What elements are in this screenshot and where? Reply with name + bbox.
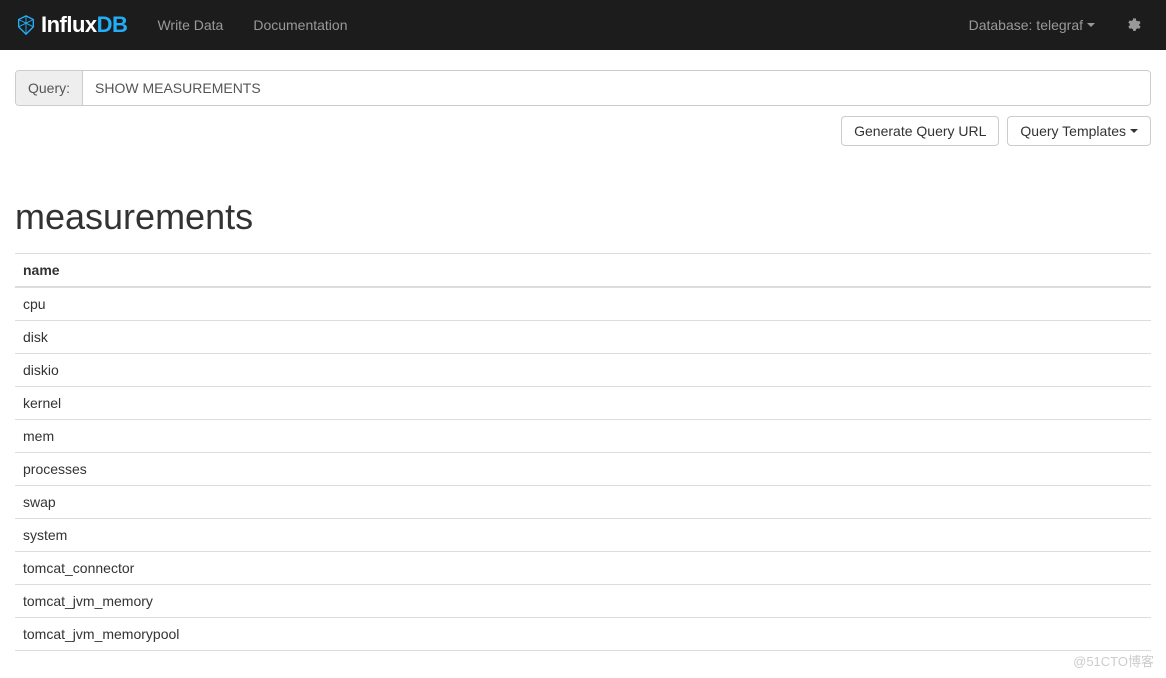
caret-down-icon bbox=[1130, 129, 1138, 133]
main-content: Query: Generate Query URL Query Template… bbox=[0, 50, 1166, 671]
measurement-cell: tomcat_jvm_memorypool bbox=[15, 618, 1151, 651]
column-header-name: name bbox=[15, 254, 1151, 288]
navbar: InfluxDB Write Data Documentation Databa… bbox=[0, 0, 1166, 50]
nav-write-data[interactable]: Write Data bbox=[142, 2, 238, 48]
table-row: tomcat_jvm_memorypool bbox=[15, 618, 1151, 651]
query-bar: Query: bbox=[15, 70, 1151, 106]
measurement-cell: diskio bbox=[15, 354, 1151, 387]
nav-documentation[interactable]: Documentation bbox=[238, 2, 362, 48]
table-row: mem bbox=[15, 420, 1151, 453]
caret-down-icon bbox=[1087, 23, 1095, 27]
table-row: swap bbox=[15, 486, 1151, 519]
query-label: Query: bbox=[16, 71, 83, 105]
nav-right: Database: telegraf bbox=[954, 2, 1151, 48]
table-row: tomcat_connector bbox=[15, 552, 1151, 585]
measurement-cell: disk bbox=[15, 321, 1151, 354]
nav-links: Write Data Documentation bbox=[142, 2, 362, 48]
table-row: diskio bbox=[15, 354, 1151, 387]
table-row: processes bbox=[15, 453, 1151, 486]
settings-button[interactable] bbox=[1110, 17, 1151, 33]
measurement-cell: mem bbox=[15, 420, 1151, 453]
brand-logo[interactable]: InfluxDB bbox=[15, 12, 127, 38]
measurement-cell: processes bbox=[15, 453, 1151, 486]
influxdb-icon bbox=[15, 14, 37, 36]
results-title: measurements bbox=[15, 196, 1151, 238]
measurement-cell: tomcat_connector bbox=[15, 552, 1151, 585]
query-templates-label: Query Templates bbox=[1020, 123, 1126, 139]
table-row: disk bbox=[15, 321, 1151, 354]
database-selector-label: Database: telegraf bbox=[969, 17, 1083, 33]
measurement-cell: kernel bbox=[15, 387, 1151, 420]
action-row: Generate Query URL Query Templates bbox=[15, 116, 1151, 146]
table-row: kernel bbox=[15, 387, 1151, 420]
measurement-cell: system bbox=[15, 519, 1151, 552]
brand-text: InfluxDB bbox=[41, 12, 127, 38]
gear-icon bbox=[1125, 17, 1141, 33]
table-row: system bbox=[15, 519, 1151, 552]
query-input[interactable] bbox=[83, 71, 1150, 105]
database-selector[interactable]: Database: telegraf bbox=[954, 2, 1110, 48]
results-table: name cpudiskdiskiokernelmemprocessesswap… bbox=[15, 253, 1151, 651]
measurement-cell: swap bbox=[15, 486, 1151, 519]
table-row: tomcat_jvm_memory bbox=[15, 585, 1151, 618]
table-row: cpu bbox=[15, 287, 1151, 321]
measurement-cell: tomcat_jvm_memory bbox=[15, 585, 1151, 618]
query-templates-button[interactable]: Query Templates bbox=[1007, 116, 1151, 146]
generate-query-url-button[interactable]: Generate Query URL bbox=[841, 116, 999, 146]
measurement-cell: cpu bbox=[15, 287, 1151, 321]
results-body: cpudiskdiskiokernelmemprocessesswapsyste… bbox=[15, 287, 1151, 651]
